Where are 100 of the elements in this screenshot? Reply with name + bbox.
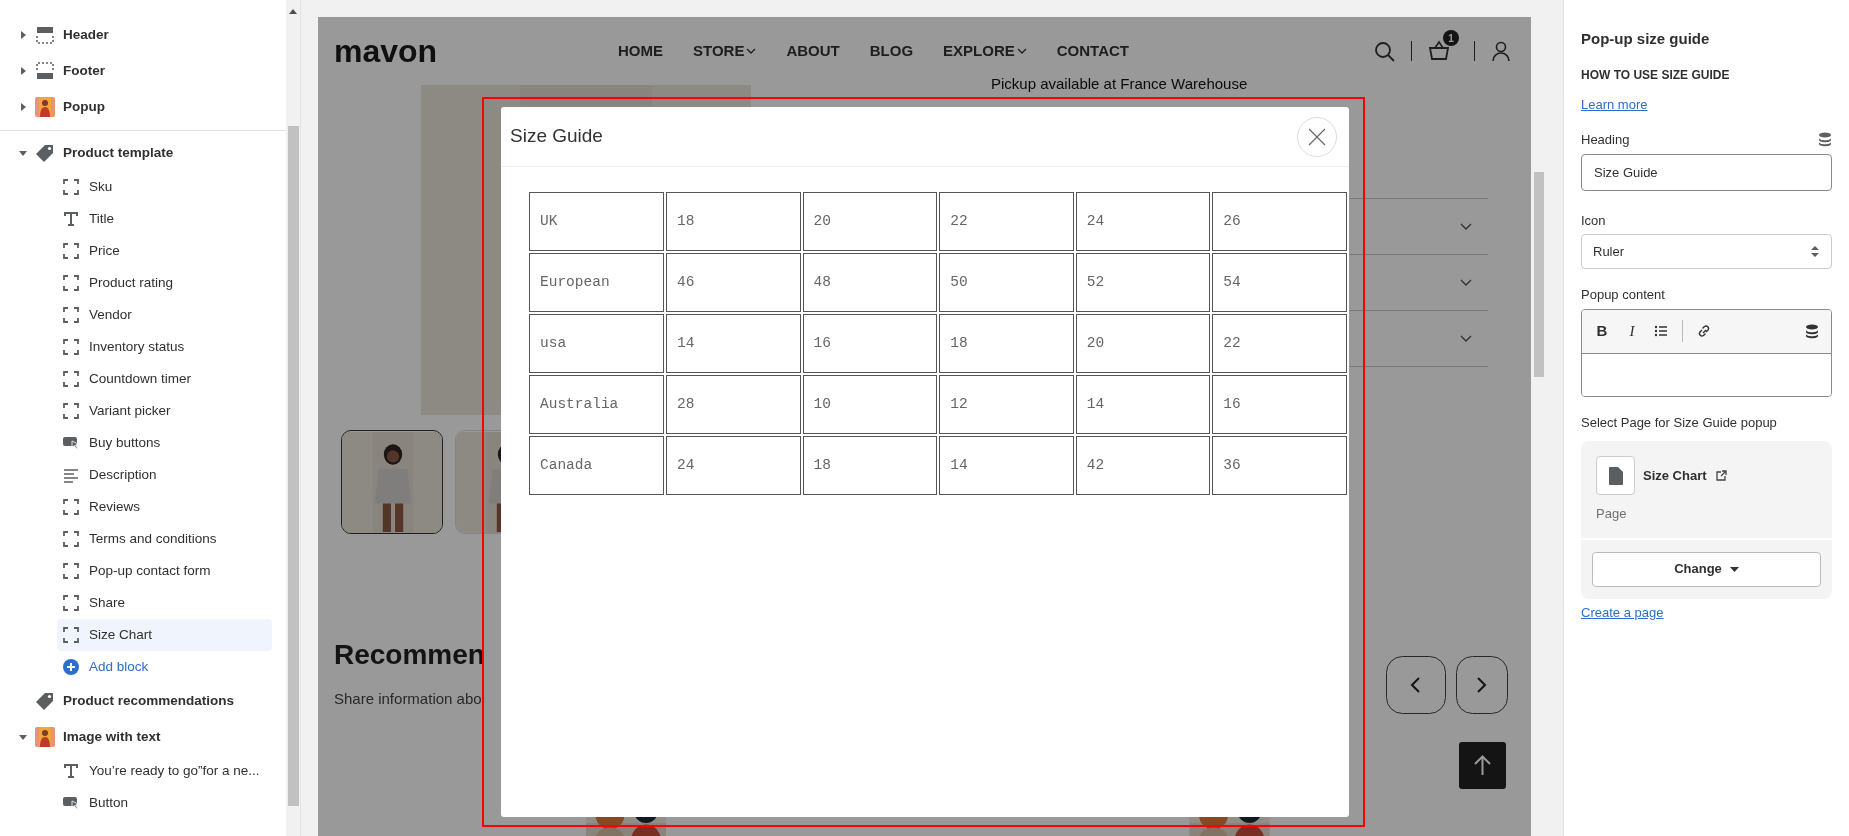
table-cell: 14: [666, 314, 801, 373]
previous-button[interactable]: [1386, 656, 1446, 714]
block-item[interactable]: Buy buttons: [57, 427, 272, 459]
block-item[interactable]: Vendor: [57, 299, 272, 331]
nav-link[interactable]: CONTACT: [1056, 39, 1129, 63]
block-item[interactable]: Title: [57, 203, 272, 235]
table-cell: usa: [529, 314, 665, 373]
user-icon[interactable]: [1491, 40, 1511, 62]
table-cell: 54: [1212, 253, 1347, 312]
chevron-down-icon[interactable]: [1460, 278, 1472, 286]
learn-more-link[interactable]: Learn more: [1581, 94, 1648, 114]
chevron-down-icon[interactable]: [746, 48, 757, 54]
caret-right-icon[interactable]: [20, 103, 26, 111]
back-to-top-button[interactable]: [1459, 742, 1506, 789]
panel-title: Pop-up size guide: [1581, 29, 1711, 49]
table-cell: 18: [939, 314, 1074, 373]
table-cell: 14: [939, 436, 1074, 495]
select-dropdown[interactable]: Ruler: [1581, 234, 1832, 269]
external-link-icon[interactable]: [1714, 469, 1727, 482]
plus-circle-icon: [63, 659, 79, 675]
close-icon[interactable]: [1308, 127, 1326, 146]
table-cell: 12: [939, 375, 1074, 434]
database-icon[interactable]: [1805, 323, 1819, 339]
section-item[interactable]: Popup: [63, 96, 105, 118]
table-cell: 46: [666, 253, 801, 312]
table-cell: 20: [802, 192, 938, 251]
tag-icon: [36, 692, 54, 710]
scrollbar-thumb[interactable]: [1533, 172, 1544, 377]
section-label: HOW TO USE SIZE GUIDE: [1581, 66, 1731, 84]
nav-link[interactable]: EXPLORE: [943, 39, 1027, 63]
caret-right-icon[interactable]: [20, 67, 26, 75]
basket-icon[interactable]: [1428, 40, 1450, 62]
section-item[interactable]: Product recommendations: [63, 690, 235, 712]
list-icon[interactable]: [1654, 324, 1668, 338]
block-item[interactable]: Terms and conditions: [57, 523, 272, 555]
block-item[interactable]: Sku: [57, 171, 272, 203]
link-icon[interactable]: [1697, 324, 1711, 338]
block-item[interactable]: Pop-up contact form: [57, 555, 272, 587]
caret-right-icon[interactable]: [20, 31, 26, 39]
block-icon: [63, 627, 79, 643]
block-icon: [63, 403, 79, 419]
next-button[interactable]: [1456, 656, 1508, 714]
thumbnail-icon: [35, 97, 55, 117]
table-cell: Australia: [529, 375, 665, 434]
page-type: Page: [1596, 505, 1628, 523]
nav-link[interactable]: HOME: [618, 39, 663, 63]
header-layout-icon: [36, 26, 54, 44]
section-item[interactable]: Footer: [63, 60, 105, 82]
block-icon: [63, 275, 79, 291]
text-icon: [63, 211, 79, 227]
block-item[interactable]: Add block: [57, 651, 272, 683]
table-cell: 22: [939, 192, 1074, 251]
block-item[interactable]: Size Chart: [57, 619, 272, 651]
database-icon[interactable]: [1818, 132, 1832, 148]
block-icon: [63, 499, 79, 515]
chevron-down-icon[interactable]: [1460, 222, 1472, 230]
table-cell: 24: [666, 436, 801, 495]
section-heading: Recommen: [334, 638, 485, 672]
page-name: Size Chart: [1643, 466, 1707, 485]
document-icon: [1608, 466, 1623, 485]
nav-link[interactable]: ABOUT: [786, 39, 840, 63]
field-label: Heading: [1581, 131, 1630, 149]
rich-text-editor[interactable]: B I: [1581, 308, 1832, 397]
nav-link[interactable]: STORE: [693, 39, 757, 63]
block-item[interactable]: Button: [57, 787, 272, 819]
chevron-down-icon[interactable]: [1460, 334, 1472, 342]
block-item[interactable]: Share: [57, 587, 272, 619]
sort-arrows-icon[interactable]: [1810, 245, 1820, 258]
table-cell: 18: [802, 436, 938, 495]
table-cell: 26: [1212, 192, 1347, 251]
section-item[interactable]: Product template: [63, 142, 174, 164]
caret-down-icon[interactable]: [19, 150, 27, 156]
search-icon[interactable]: [1374, 40, 1395, 62]
caret-down-icon[interactable]: [1729, 566, 1739, 572]
table-cell: 10: [802, 375, 938, 434]
create-page-link[interactable]: Create a page: [1581, 602, 1664, 622]
block-item[interactable]: Product rating: [57, 267, 272, 299]
table-cell: 28: [666, 375, 801, 434]
block-item[interactable]: Inventory status: [57, 331, 272, 363]
caret-down-icon[interactable]: [19, 734, 27, 740]
section-item[interactable]: Header: [63, 24, 109, 46]
table-cell: Canada: [529, 436, 665, 495]
block-item[interactable]: Reviews: [57, 491, 272, 523]
chevron-down-icon[interactable]: [1016, 48, 1027, 54]
change-button[interactable]: Change: [1592, 551, 1821, 587]
scrollbar-thumb[interactable]: [287, 126, 299, 806]
text-input[interactable]: Size Guide: [1581, 153, 1832, 191]
store-logo[interactable]: mavon: [334, 35, 604, 67]
block-item[interactable]: Price: [57, 235, 272, 267]
format-button[interactable]: I: [1624, 319, 1640, 343]
format-button[interactable]: B: [1594, 319, 1610, 343]
block-item[interactable]: Description: [57, 459, 272, 491]
block-item[interactable]: Variant picker: [57, 395, 272, 427]
nav-link[interactable]: BLOG: [869, 39, 914, 63]
cart-count-badge: 1: [1443, 30, 1459, 46]
scroll-up-icon[interactable]: [289, 9, 297, 14]
block-item[interactable]: You’re ready to go”for a ne...: [57, 755, 272, 787]
section-item[interactable]: Image with text: [63, 726, 161, 748]
table-cell: 52: [1075, 253, 1211, 312]
block-item[interactable]: Countdown timer: [57, 363, 272, 395]
